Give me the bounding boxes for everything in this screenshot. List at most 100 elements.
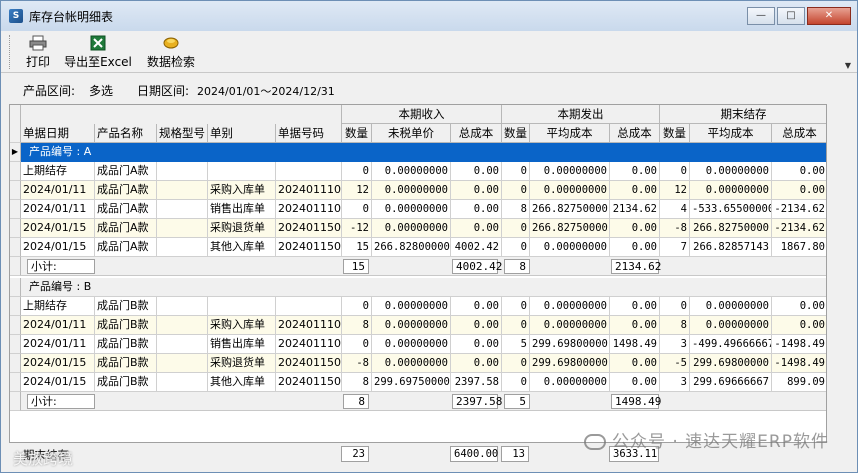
- table-cell[interactable]: 2024011101: [276, 335, 342, 354]
- row-indicator[interactable]: [10, 297, 21, 316]
- table-cell[interactable]: 0.00: [451, 316, 502, 335]
- table-cell[interactable]: 4002.42: [451, 238, 502, 257]
- table-cell[interactable]: 2024/01/15: [21, 238, 95, 257]
- table-cell[interactable]: -12: [342, 219, 372, 238]
- table-cell[interactable]: 2024/01/11: [21, 200, 95, 219]
- table-cell[interactable]: 采购退货单: [208, 354, 276, 373]
- toolbar-overflow-icon[interactable]: ▼: [845, 61, 851, 70]
- minimize-button[interactable]: —: [747, 7, 775, 25]
- table-cell[interactable]: 0.00000000: [690, 316, 772, 335]
- table-row[interactable]: 2024/01/11 成品门A款 采购入库单 2024011101 12 0.000000…: [10, 181, 826, 200]
- table-cell[interactable]: 2134.62: [610, 200, 660, 219]
- table-cell[interactable]: 0.00: [772, 297, 826, 316]
- table-cell[interactable]: [157, 354, 208, 373]
- table-cell[interactable]: 采购退货单: [208, 219, 276, 238]
- table-cell[interactable]: 2024/01/11: [21, 316, 95, 335]
- table-cell[interactable]: [157, 162, 208, 181]
- title-bar[interactable]: S 库存台帐明细表 — □ ✕: [1, 1, 857, 31]
- table-cell[interactable]: 299.69750000: [372, 373, 451, 392]
- table-cell[interactable]: 2397.58: [451, 373, 502, 392]
- table-cell[interactable]: 1498.49: [610, 335, 660, 354]
- table-cell[interactable]: 0: [660, 162, 690, 181]
- table-cell[interactable]: 成品门A款: [95, 162, 157, 181]
- table-cell[interactable]: -5: [660, 354, 690, 373]
- table-cell[interactable]: 7: [660, 238, 690, 257]
- table-cell[interactable]: 0: [502, 219, 530, 238]
- table-cell[interactable]: 0.00000000: [530, 316, 610, 335]
- table-cell[interactable]: 0: [502, 297, 530, 316]
- table-cell[interactable]: 0.00: [610, 316, 660, 335]
- table-cell[interactable]: 成品门B款: [95, 297, 157, 316]
- table-cell[interactable]: 299.69800000: [530, 335, 610, 354]
- column-header[interactable]: 平均成本: [530, 124, 610, 143]
- table-cell[interactable]: [157, 200, 208, 219]
- table-cell[interactable]: 0: [502, 316, 530, 335]
- row-indicator[interactable]: [10, 200, 21, 219]
- table-cell[interactable]: 0.00: [610, 162, 660, 181]
- group-header-row[interactable]: 产品编号 : B: [10, 278, 826, 297]
- column-header[interactable]: 数量: [660, 124, 690, 143]
- table-cell[interactable]: 0.00: [772, 181, 826, 200]
- table-cell[interactable]: 0.00000000: [530, 181, 610, 200]
- data-search-button[interactable]: 数据检索: [144, 35, 198, 70]
- table-cell[interactable]: 0.00000000: [530, 238, 610, 257]
- table-cell[interactable]: 0.00: [610, 373, 660, 392]
- table-cell[interactable]: 0.00: [451, 181, 502, 200]
- group-header-row[interactable]: ▶ 产品编号 : A: [10, 143, 826, 162]
- table-cell[interactable]: 2024011101: [276, 316, 342, 335]
- table-cell[interactable]: 2024/01/15: [21, 354, 95, 373]
- table-cell[interactable]: 12: [342, 181, 372, 200]
- table-cell[interactable]: 0.00000000: [530, 373, 610, 392]
- row-indicator[interactable]: [10, 354, 21, 373]
- table-cell[interactable]: 0: [502, 162, 530, 181]
- table-cell[interactable]: 其他入库单: [208, 373, 276, 392]
- table-cell[interactable]: 2024011501: [276, 219, 342, 238]
- table-cell[interactable]: [157, 238, 208, 257]
- table-row[interactable]: 2024/01/11 成品门A款 销售出库单 2024011101 0 0.0000000…: [10, 200, 826, 219]
- table-row[interactable]: 2024/01/15 成品门B款 其他入库单 2024011502 8 299.69750…: [10, 373, 826, 392]
- ledger-grid[interactable]: 本期收入 本期发出 期末结存 单据日期 产品名称 规格型号 单别 单据号码 数量 未税单价 总成本数…: [9, 104, 827, 462]
- table-cell[interactable]: 0.00: [451, 200, 502, 219]
- maximize-button[interactable]: □: [777, 7, 805, 25]
- column-header[interactable]: 单据日期: [21, 124, 95, 143]
- table-cell[interactable]: 成品门B款: [95, 316, 157, 335]
- table-cell[interactable]: 0.00: [610, 219, 660, 238]
- table-cell[interactable]: [157, 335, 208, 354]
- table-cell[interactable]: 0: [660, 297, 690, 316]
- table-cell[interactable]: 0.00000000: [690, 181, 772, 200]
- table-cell[interactable]: 12: [660, 181, 690, 200]
- table-cell[interactable]: 采购入库单: [208, 316, 276, 335]
- table-cell[interactable]: 0.00: [610, 297, 660, 316]
- table-cell[interactable]: -8: [342, 354, 372, 373]
- column-header[interactable]: 未税单价: [372, 124, 451, 143]
- table-cell[interactable]: 0.00: [451, 162, 502, 181]
- table-cell[interactable]: 销售出库单: [208, 335, 276, 354]
- row-indicator[interactable]: [10, 181, 21, 200]
- table-cell[interactable]: 8: [660, 316, 690, 335]
- table-cell[interactable]: -2134.62: [772, 200, 826, 219]
- table-cell[interactable]: 0.00000000: [372, 354, 451, 373]
- table-cell[interactable]: 0.00000000: [690, 297, 772, 316]
- table-row[interactable]: 2024/01/15 成品门A款 采购退货单 2024011501 -12 0.00000…: [10, 219, 826, 238]
- table-row[interactable]: 2024/01/15 成品门B款 采购退货单 2024011501 -8 0.000000…: [10, 354, 826, 373]
- table-cell[interactable]: 0: [342, 297, 372, 316]
- table-cell[interactable]: -2134.62: [772, 219, 826, 238]
- table-cell[interactable]: -8: [660, 219, 690, 238]
- table-cell[interactable]: 0.00000000: [372, 335, 451, 354]
- table-cell[interactable]: 8: [342, 373, 372, 392]
- table-cell[interactable]: 0.00000000: [530, 162, 610, 181]
- table-cell[interactable]: 266.82750000: [530, 200, 610, 219]
- column-header[interactable]: 数量: [502, 124, 530, 143]
- table-cell[interactable]: 266.82750000: [690, 219, 772, 238]
- row-indicator[interactable]: [10, 373, 21, 392]
- row-indicator[interactable]: [10, 316, 21, 335]
- table-cell[interactable]: 266.82800000: [372, 238, 451, 257]
- table-cell[interactable]: 0.00: [610, 238, 660, 257]
- table-cell[interactable]: 成品门B款: [95, 335, 157, 354]
- table-cell[interactable]: 0.00: [772, 162, 826, 181]
- table-cell[interactable]: 上期结存: [21, 162, 95, 181]
- table-cell[interactable]: [157, 181, 208, 200]
- table-cell[interactable]: 2024011502: [276, 238, 342, 257]
- table-cell[interactable]: 成品门B款: [95, 373, 157, 392]
- table-cell[interactable]: 299.69666667: [690, 373, 772, 392]
